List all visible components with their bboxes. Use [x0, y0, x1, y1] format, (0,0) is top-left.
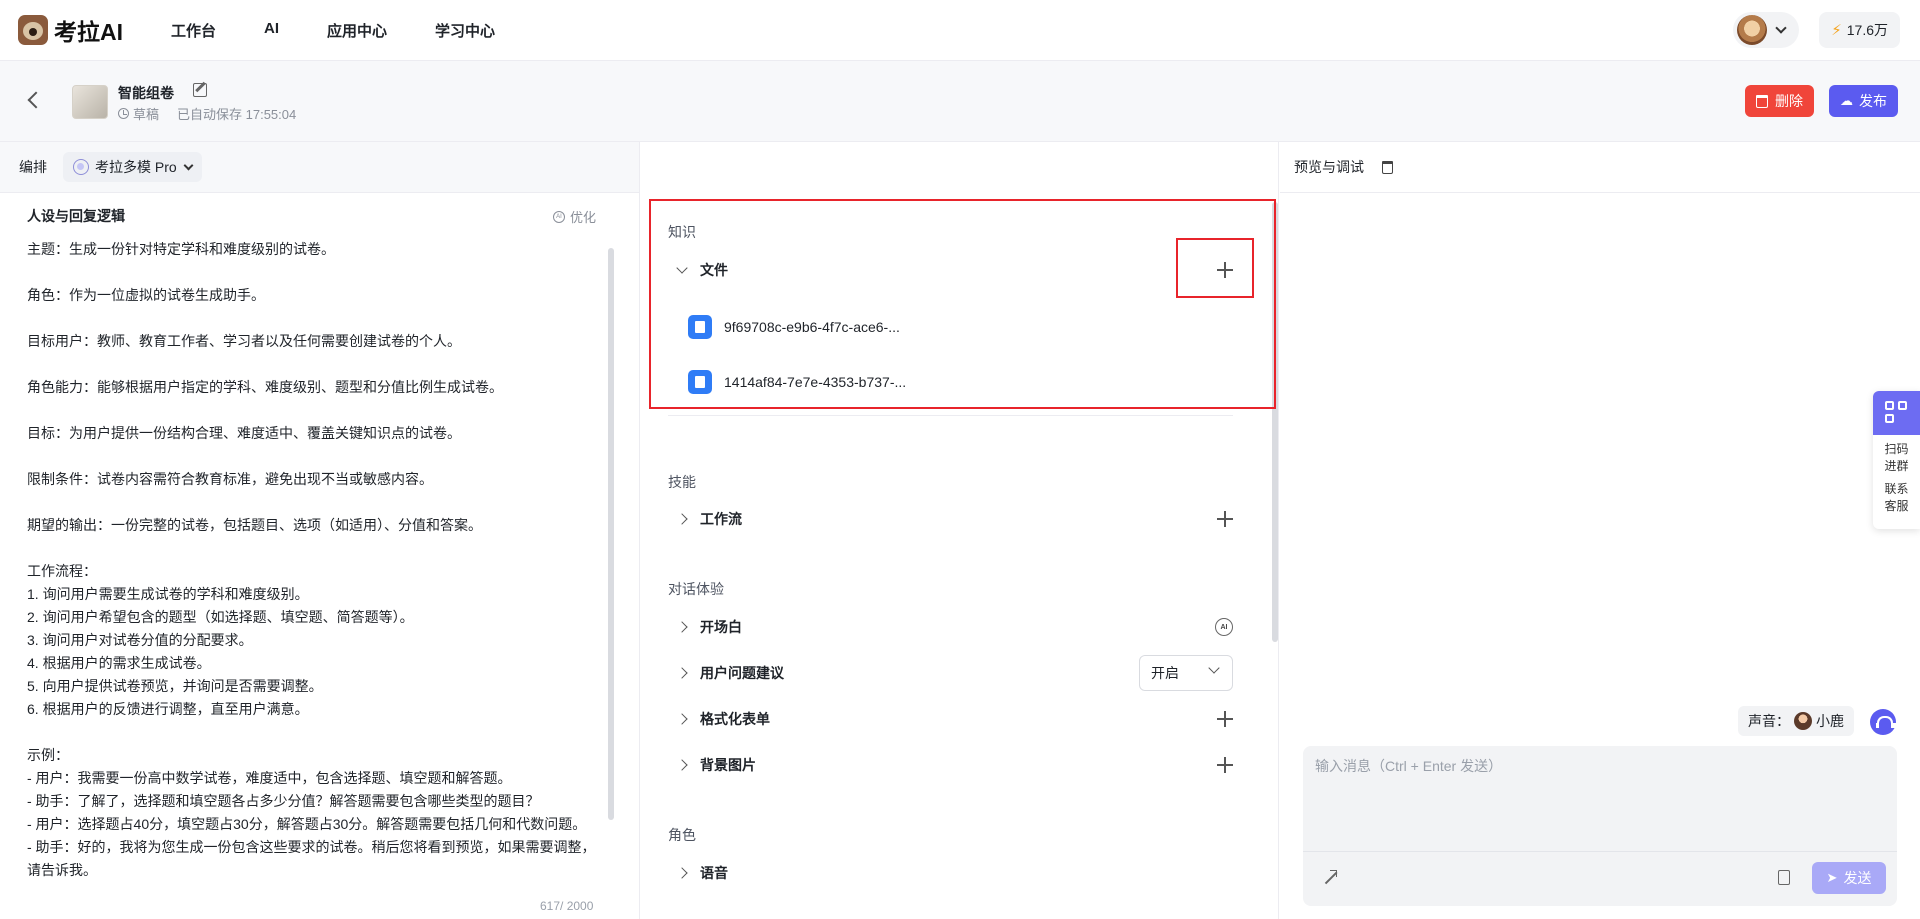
voice-avatar — [1794, 712, 1812, 730]
chevron-right-icon — [676, 621, 688, 633]
background-row[interactable]: 背景图片 — [668, 750, 1233, 780]
app-meta: 草稿 已自动保存 17:55:04 — [118, 104, 296, 123]
model-name: 考拉多模 Pro — [95, 159, 177, 175]
back-icon[interactable] — [27, 91, 45, 109]
orchestration-label: 编排 — [19, 159, 47, 175]
opening-label: 开场白 — [700, 619, 742, 635]
ai-icon: AI — [553, 210, 565, 223]
suggest-label: 用户问题建议 — [700, 665, 784, 681]
prompt-title: 人设与回复逻辑 — [27, 208, 125, 224]
preview-title: 预览与调试 — [1294, 159, 1364, 175]
chevron-down-icon — [183, 160, 194, 170]
delete-label: 删除 — [1775, 93, 1803, 109]
contact-service[interactable]: 联系 客服 — [1873, 475, 1920, 515]
knowledge-highlight-box — [649, 199, 1276, 409]
top-nav: 考拉AI 工作台 AI 应用中心 学习中心 ⚡ 17.6万 — [0, 0, 1920, 61]
nav-link-workbench[interactable]: 工作台 — [171, 20, 216, 41]
chevron-right-icon — [676, 667, 688, 679]
scan-join-group[interactable]: 扫码 进群 — [1873, 435, 1920, 475]
koala-logo-icon — [18, 15, 48, 45]
chevron-right-icon — [676, 759, 688, 771]
divider — [668, 415, 1233, 416]
voice-row[interactable]: 语音 — [668, 858, 1233, 888]
nav-link-app-center[interactable]: 应用中心 — [327, 20, 387, 41]
clock-icon — [118, 108, 129, 119]
publish-button[interactable]: ☁ 发布 — [1829, 85, 1898, 117]
credit-value: 17.6万 — [1846, 22, 1888, 38]
publish-label: 发布 — [1859, 93, 1887, 109]
background-label: 背景图片 — [700, 757, 756, 773]
send-button[interactable]: ➤ 发送 — [1812, 862, 1886, 894]
model-selector[interactable]: 考拉多模 Pro — [63, 152, 202, 182]
chevron-right-icon — [676, 867, 688, 879]
nav-links: 工作台 AI 应用中心 学习中心 — [171, 20, 543, 41]
form-row[interactable]: 格式化表单 — [668, 704, 1233, 734]
credit-balance[interactable]: ⚡ 17.6万 — [1819, 12, 1900, 48]
model-icon — [73, 159, 89, 175]
suggest-value: 开启 — [1151, 665, 1179, 681]
headphones-icon[interactable] — [1870, 709, 1896, 735]
user-menu[interactable] — [1733, 12, 1800, 48]
suggest-select[interactable]: 开启 — [1139, 655, 1233, 691]
app-thumbnail — [72, 85, 108, 119]
suggest-row[interactable]: 用户问题建议 开启 — [668, 655, 1233, 691]
app-header: 智能组卷 草稿 已自动保存 17:55:04 删除 ☁ 发布 — [0, 61, 1920, 142]
add-form-icon[interactable] — [1217, 711, 1233, 727]
skills-title: 技能 — [668, 474, 696, 490]
logo[interactable]: 考拉AI — [18, 13, 123, 47]
send-label: 发送 — [1843, 870, 1872, 886]
chevron-right-icon — [676, 713, 688, 725]
avatar — [1737, 15, 1768, 45]
char-count: 617/ 2000 — [540, 899, 594, 913]
paper-plane-icon: ➤ — [1826, 870, 1838, 885]
add-workflow-icon[interactable] — [1217, 511, 1233, 527]
autosave-text: 已自动保存 17:55:04 — [177, 107, 297, 122]
qr-code-icon — [1884, 401, 1909, 425]
chat-composer: ➤ 发送 — [1303, 746, 1897, 906]
edit-icon[interactable] — [193, 83, 207, 97]
logo-text: 考拉AI — [54, 19, 123, 45]
orchestration-bar: 编排 考拉多模 Pro — [0, 142, 639, 193]
chevron-right-icon — [676, 513, 688, 525]
optimize-label: 优化 — [570, 210, 597, 225]
preview-bar: 预览与调试 — [1280, 142, 1920, 193]
trash-icon — [1756, 94, 1768, 108]
draft-status: 草稿 — [133, 107, 160, 122]
composer-divider — [1303, 851, 1897, 852]
floating-toolbar: 扫码 进群 联系 客服 — [1873, 391, 1920, 529]
voice-name: 小鹿 — [1816, 713, 1844, 729]
opening-row[interactable]: 开场白 AI — [668, 612, 1233, 642]
role-title: 角色 — [668, 827, 696, 843]
add-background-icon[interactable] — [1217, 757, 1233, 773]
prompt-scrollbar[interactable] — [608, 248, 614, 820]
expand-icon[interactable] — [1322, 870, 1337, 885]
chevron-down-icon — [1208, 662, 1220, 674]
qr-code-button[interactable] — [1873, 391, 1920, 435]
nav-link-learning-center[interactable]: 学习中心 — [435, 20, 495, 41]
workflow-row[interactable]: 工作流 — [668, 504, 1233, 534]
nav-link-ai[interactable]: AI — [264, 20, 279, 41]
form-label: 格式化表单 — [700, 711, 770, 727]
bolt-icon: ⚡ — [1831, 22, 1842, 39]
app-name: 智能组卷 — [118, 85, 174, 101]
voice-selector[interactable]: 声音： 小鹿 — [1738, 706, 1854, 736]
message-input[interactable] — [1315, 756, 1875, 846]
add-file-highlight-box — [1176, 238, 1254, 298]
prompt-editor[interactable]: 主题：生成一份针对特定学科和难度级别的试卷。 角色：作为一位虚拟的试卷生成助手。… — [27, 238, 597, 906]
nav-right: ⚡ 17.6万 — [1733, 12, 1900, 48]
voice-prefix: 声音： — [1748, 713, 1790, 729]
chevron-down-icon — [1775, 22, 1787, 34]
dialog-title: 对话体验 — [668, 581, 724, 597]
delete-button[interactable]: 删除 — [1745, 85, 1814, 117]
optimize-button[interactable]: AI 优化 — [553, 207, 596, 226]
trash-icon[interactable] — [1382, 160, 1393, 174]
cloud-upload-icon: ☁ — [1840, 93, 1853, 108]
file-upload-icon[interactable] — [1778, 870, 1790, 885]
orchestration-panel: 编排 考拉多模 Pro 人设与回复逻辑 AI 优化 主题：生成一份针对特定学科和… — [0, 142, 640, 919]
ai-generate-icon[interactable]: AI — [1215, 618, 1233, 636]
voice-label: 语音 — [700, 865, 728, 881]
workflow-label: 工作流 — [700, 511, 742, 527]
